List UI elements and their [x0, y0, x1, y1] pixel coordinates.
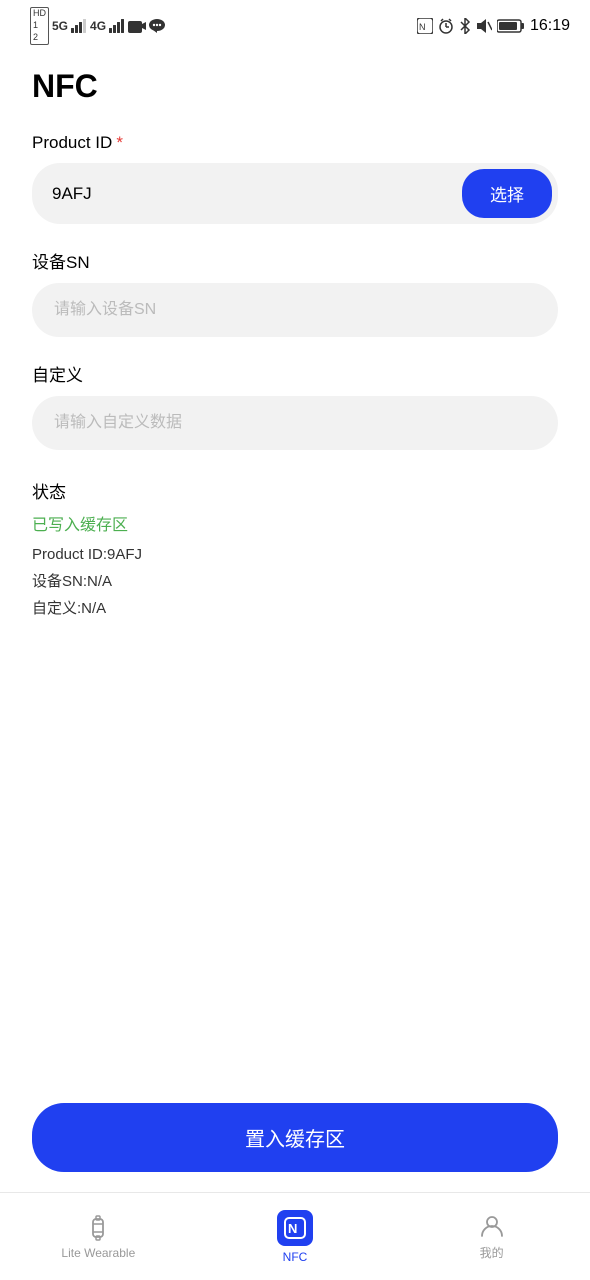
status-bar-right: N 16:19: [417, 17, 570, 35]
select-button[interactable]: 选择: [462, 169, 552, 218]
bottom-nav: Lite Wearable N NFC 我的: [0, 1192, 590, 1280]
main-content: NFC Product ID * 9AFJ 选择 设备SN 自定义 状态 已写入…: [0, 52, 590, 1087]
mute-icon: [476, 18, 492, 34]
main-action-button[interactable]: 置入缓存区: [32, 1103, 558, 1172]
status-product-id: Product ID:9AFJ: [32, 541, 558, 568]
status-bar-left: HD12 5G 4G: [30, 7, 165, 44]
hd-badge: HD12: [30, 7, 49, 44]
alarm-icon: [438, 18, 454, 34]
status-section: 状态 已写入缓存区 Product ID:9AFJ 设备SN:N/A 自定义:N…: [32, 478, 558, 622]
page-title: NFC: [32, 68, 558, 105]
nav-label-mine: 我的: [480, 1244, 504, 1261]
status-success-text: 已写入缓存区: [32, 511, 558, 535]
nav-item-nfc[interactable]: N NFC: [197, 1202, 394, 1272]
nfc-status-icon: N: [417, 18, 433, 34]
nav-label-nfc: NFC: [283, 1250, 308, 1264]
svg-text:N: N: [419, 22, 426, 32]
signal-icon2: [109, 19, 125, 33]
bottom-btn-area: 置入缓存区: [0, 1087, 590, 1192]
status-custom: 自定义:N/A: [32, 595, 558, 622]
bluetooth-icon: [459, 18, 471, 34]
required-star: *: [116, 133, 123, 153]
network-5g: 5G: [52, 19, 68, 33]
device-sn-input[interactable]: [32, 283, 558, 337]
nav-item-lite-wearable[interactable]: Lite Wearable: [0, 1206, 197, 1268]
lite-wearable-icon: [84, 1214, 112, 1242]
product-id-row: 9AFJ 选择: [32, 163, 558, 224]
camera-icon: [128, 19, 146, 33]
custom-input[interactable]: [32, 396, 558, 450]
nav-label-lite-wearable: Lite Wearable: [61, 1246, 135, 1260]
product-id-value: 9AFJ: [52, 184, 462, 204]
battery-icon: [497, 19, 525, 33]
message-icon: [149, 19, 165, 33]
custom-label: 自定义: [32, 361, 558, 386]
product-id-label: Product ID *: [32, 133, 558, 153]
signal-icon: [71, 19, 87, 33]
device-sn-label: 设备SN: [32, 248, 558, 273]
nav-item-mine[interactable]: 我的: [393, 1204, 590, 1269]
status-bar: HD12 5G 4G: [0, 0, 590, 52]
status-device-sn: 设备SN:N/A: [32, 568, 558, 595]
status-title: 状态: [32, 478, 558, 503]
network-4g: 4G: [90, 19, 106, 33]
svg-text:N: N: [288, 1221, 297, 1236]
status-time: 16:19: [530, 17, 570, 35]
mine-icon: [478, 1212, 506, 1240]
nfc-nav-icon-bg: N: [277, 1210, 313, 1246]
